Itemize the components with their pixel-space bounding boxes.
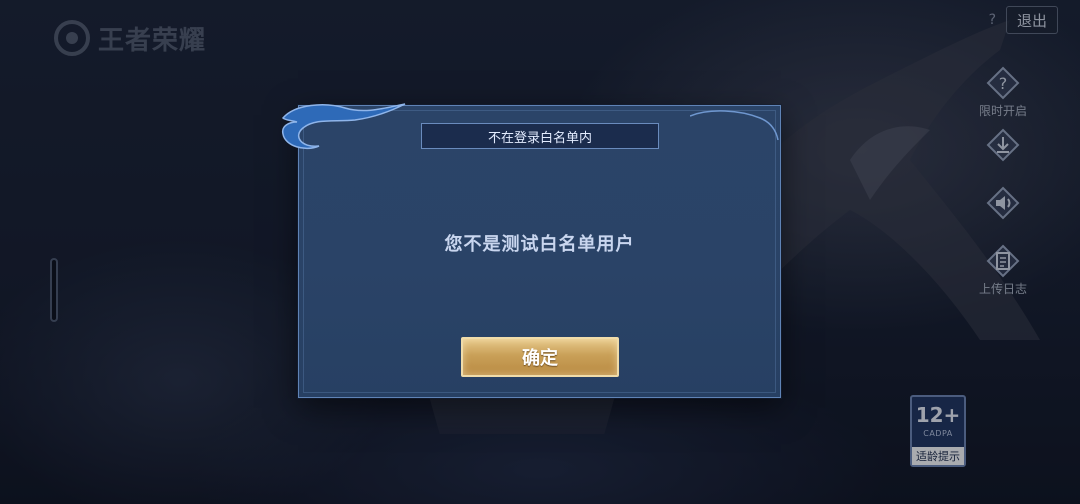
dialog-title-bar: 不在登录白名单内 <box>421 123 659 149</box>
confirm-button-label: 确定 <box>522 348 558 369</box>
dialog-message: 您不是测试白名单用户 <box>444 234 635 255</box>
confirm-button[interactable]: 确定 <box>461 337 619 377</box>
cloud-swirl-decoration-right-icon <box>690 110 779 141</box>
dialog-title: 不在登录白名单内 <box>487 130 592 146</box>
alert-dialog: 不在登录白名单内 您不是测试白名单用户 确定 <box>281 103 781 398</box>
